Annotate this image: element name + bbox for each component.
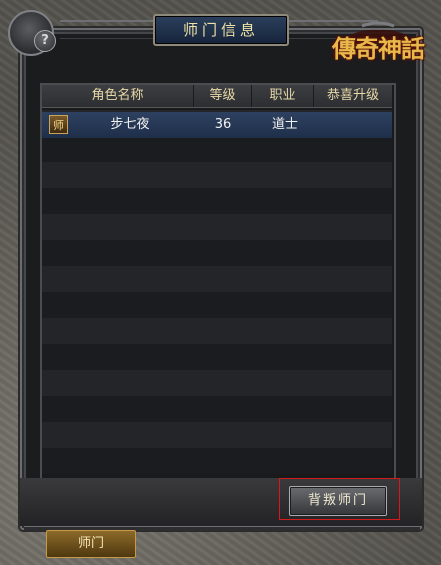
column-header-class: 职业 bbox=[252, 85, 314, 107]
game-logo: 傳奇神話 bbox=[322, 20, 434, 72]
empty-row-stripe bbox=[42, 396, 392, 422]
table-header: 角色名称 等级 职业 恭喜升级 bbox=[42, 85, 392, 108]
window-title: 师门信息 bbox=[153, 14, 289, 46]
tab-master[interactable]: 师门 bbox=[46, 530, 136, 558]
column-header-congrats: 恭喜升级 bbox=[326, 88, 379, 103]
betray-master-button[interactable]: 背叛师门 bbox=[289, 486, 387, 516]
row-name: 步七夜 bbox=[110, 117, 150, 132]
empty-row-stripe bbox=[42, 214, 392, 240]
member-list bbox=[42, 110, 392, 478]
empty-row-stripe bbox=[42, 292, 392, 318]
logo-text: 傳奇神話 bbox=[332, 33, 425, 63]
empty-row-stripe bbox=[42, 266, 392, 292]
row-class: 道士 bbox=[271, 117, 298, 132]
help-icon[interactable]: ? bbox=[34, 30, 56, 52]
column-header-level: 等级 bbox=[194, 85, 252, 107]
empty-row-stripe bbox=[42, 162, 392, 188]
master-badge-icon: 师 bbox=[49, 115, 68, 134]
column-header-name: 角色名称 bbox=[42, 85, 194, 107]
empty-row-stripe bbox=[42, 136, 392, 162]
empty-row-stripe bbox=[42, 188, 392, 214]
empty-row-stripe bbox=[42, 448, 392, 474]
empty-row-stripe bbox=[42, 344, 392, 370]
empty-row-stripe bbox=[42, 318, 392, 344]
row-level: 36 bbox=[214, 117, 232, 132]
empty-row-stripe bbox=[42, 370, 392, 396]
row-congrats[interactable] bbox=[314, 112, 392, 138]
empty-row-stripe bbox=[42, 240, 392, 266]
empty-row-stripe bbox=[42, 422, 392, 448]
